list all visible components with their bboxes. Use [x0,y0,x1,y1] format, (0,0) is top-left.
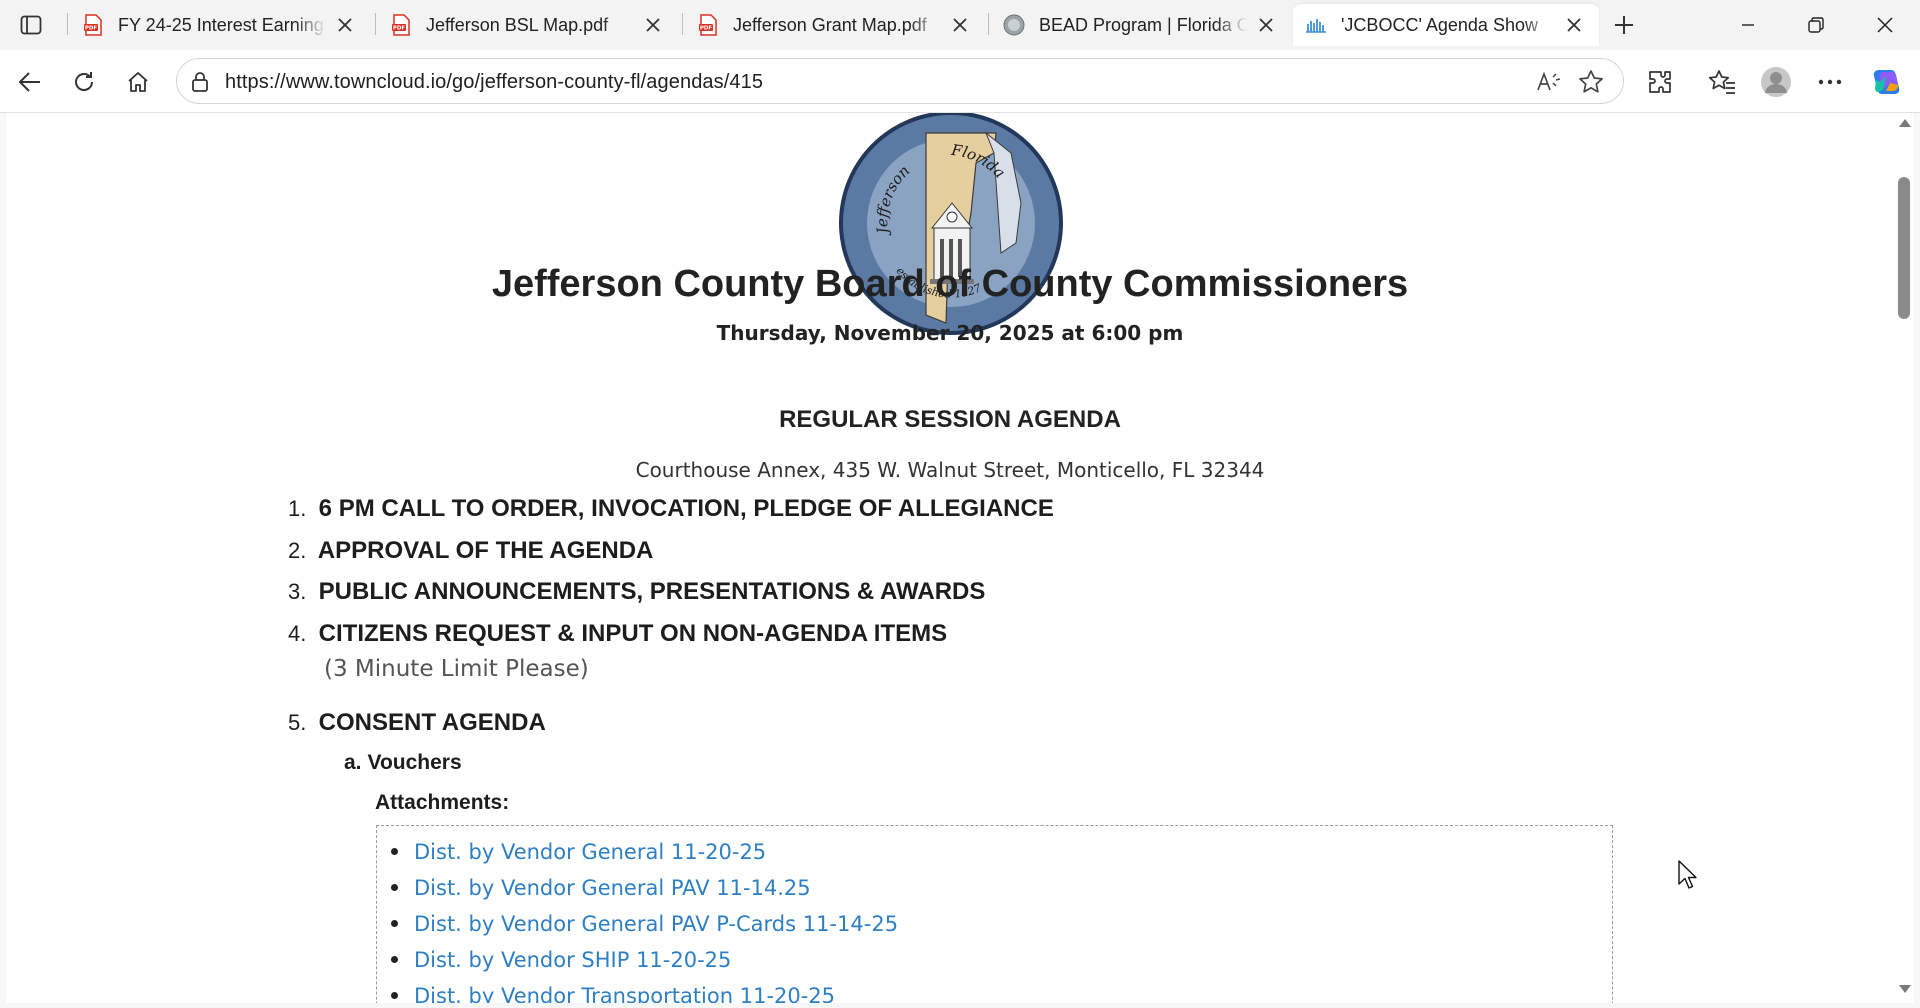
bullet-icon [391,919,398,927]
scroll-down-arrow-icon[interactable] [1899,985,1911,993]
agenda-item-number: 1. [288,496,307,521]
agenda-item-label: 6 PM CALL TO ORDER, INVOCATION, PLEDGE O… [318,495,1054,522]
tab-bead-program[interactable]: BEAD Program | Florida Off [991,4,1291,46]
bullet-icon [391,955,398,963]
read-aloud-icon[interactable] [1535,68,1563,96]
tab-strip: PDF FY 24-25 Interest Earnings PDF Jeffe… [0,0,1920,50]
tab-agenda-show[interactable]: 'JCBOCC' Agenda Show [1293,4,1599,46]
attachment-item: Dist. by Vendor General 11-20-25 [391,840,766,864]
svg-text:PDF: PDF [85,26,98,32]
favorite-star-icon[interactable] [1577,68,1605,96]
attachment-item: Dist. by Vendor Transportation 11-20-25 [391,984,835,1003]
attachment-item: Dist. by Vendor General PAV 11-14.25 [391,876,811,900]
attachment-link[interactable]: Dist. by Vendor General 11-20-25 [414,840,766,864]
agenda-item-number: 3. [288,579,307,604]
page-title: Jefferson County Board of County Commiss… [491,263,1409,305]
session-heading: REGULAR SESSION AGENDA [779,406,1121,433]
close-icon[interactable] [332,12,358,38]
bullet-icon [391,991,398,999]
pdf-icon: PDF [82,14,104,36]
svg-text:PDF: PDF [393,26,406,32]
more-menu-icon[interactable] [1812,64,1848,100]
restore-button[interactable] [1781,0,1851,50]
copilot-icon[interactable] [1868,64,1904,100]
attachment-item: Dist. by Vendor SHIP 11-20-25 [391,948,731,972]
florida-seal-icon [1003,14,1025,36]
agenda-item-label: APPROVAL OF THE AGENDA [317,537,654,564]
agenda-item-3: 3. PUBLIC ANNOUNCEMENTS, PRESENTATIONS &… [288,578,985,606]
close-icon[interactable] [1561,12,1587,38]
attachments-list: Dist. by Vendor General 11-20-25 Dist. b… [376,825,1613,1003]
tab-title: Jefferson BSL Map.pdf [426,14,609,35]
close-icon[interactable] [640,12,666,38]
attachment-link[interactable]: Dist. by Vendor General PAV 11-14.25 [414,876,811,900]
pdf-icon: PDF [697,14,719,36]
tab-grant-map[interactable]: PDF Jefferson Grant Map.pdf [685,4,985,46]
extensions-icon[interactable] [1642,64,1678,100]
close-icon[interactable] [947,12,973,38]
minimize-button[interactable] [1713,0,1783,50]
url-text[interactable]: https://www.towncloud.io/go/jefferson-co… [225,71,763,94]
page-viewport: Jefferson Florida established 1827 Jeffe… [6,113,1894,1003]
attachment-link[interactable]: Dist. by Vendor General PAV P-Cards 11-1… [414,912,898,936]
tab-title: Jefferson Grant Map.pdf [733,14,927,35]
close-window-button[interactable] [1850,0,1920,50]
tab-separator [375,13,376,35]
attachments-label: Attachments: [375,791,510,814]
attachment-link[interactable]: Dist. by Vendor SHIP 11-20-25 [414,948,731,972]
svg-text:PDF: PDF [700,26,713,32]
tab-title: BEAD Program | Florida Off [1039,14,1247,35]
scroll-up-arrow-icon[interactable] [1899,119,1911,127]
lock-icon[interactable] [187,69,213,95]
towncloud-icon [1305,14,1327,36]
subitem-label: Vouchers [367,751,462,774]
agenda-item-number: 4. [288,621,307,646]
tab-separator [682,13,683,35]
tab-bsl-map[interactable]: PDF Jefferson BSL Map.pdf [378,4,678,46]
subitem-letter: a. [344,751,362,774]
attachment-item: Dist. by Vendor General PAV P-Cards 11-1… [391,912,898,936]
agenda-item-label: PUBLIC ANNOUNCEMENTS, PRESENTATIONS & AW… [318,578,986,605]
back-button[interactable] [12,64,48,100]
county-seal-logo: Jefferson Florida established 1827 [839,113,1063,335]
bullet-icon [391,847,398,855]
tab-separator [988,13,989,35]
agenda-item-number: 2. [288,538,307,563]
pdf-icon: PDF [390,14,412,36]
tab-title: 'JCBOCC' Agenda Show [1341,14,1538,35]
agenda-item-4: 4. CITIZENS REQUEST & INPUT ON NON-AGEND… [288,620,947,648]
close-icon[interactable] [1253,12,1279,38]
address-bar[interactable]: https://www.towncloud.io/go/jefferson-co… [176,58,1624,104]
bullet-icon [391,883,398,891]
tab-title: FY 24-25 Interest Earnings [118,14,326,35]
subitem-vouchers: a. Vouchers [344,751,462,775]
attachment-link[interactable]: Dist. by Vendor Transportation 11-20-25 [414,984,835,1003]
agenda-item-5: 5. CONSENT AGENDA [288,709,546,737]
agenda-item-label: CITIZENS REQUEST & INPUT ON NON-AGENDA I… [318,620,948,647]
home-button[interactable] [120,64,156,100]
scrollbar-thumb[interactable] [1898,177,1910,319]
mouse-cursor-icon [1678,860,1697,889]
agenda-item-4-note: (3 Minute Limit Please) [324,656,589,682]
agenda-item-number: 5. [288,710,307,735]
new-tab-button[interactable] [1606,8,1642,42]
agenda-item-label: CONSENT AGENDA [318,709,546,736]
agenda-item-1: 1. 6 PM CALL TO ORDER, INVOCATION, PLEDG… [288,495,1054,523]
tab-separator [67,13,68,35]
favorites-icon[interactable] [1704,64,1740,100]
tab-interest-earnings[interactable]: PDF FY 24-25 Interest Earnings [70,4,370,46]
meeting-date: Thursday, November 20, 2025 at 6:00 pm [716,321,1184,345]
profile-avatar[interactable] [1758,64,1794,100]
browser-toolbar: https://www.towncloud.io/go/jefferson-co… [0,50,1920,113]
vertical-scrollbar[interactable] [1894,113,1914,1003]
agenda-item-2: 2. APPROVAL OF THE AGENDA [288,537,653,565]
tab-actions-menu-icon[interactable] [14,9,48,41]
meeting-location: Courthouse Annex, 435 W. Walnut Street, … [635,458,1265,482]
refresh-button[interactable] [66,64,102,100]
